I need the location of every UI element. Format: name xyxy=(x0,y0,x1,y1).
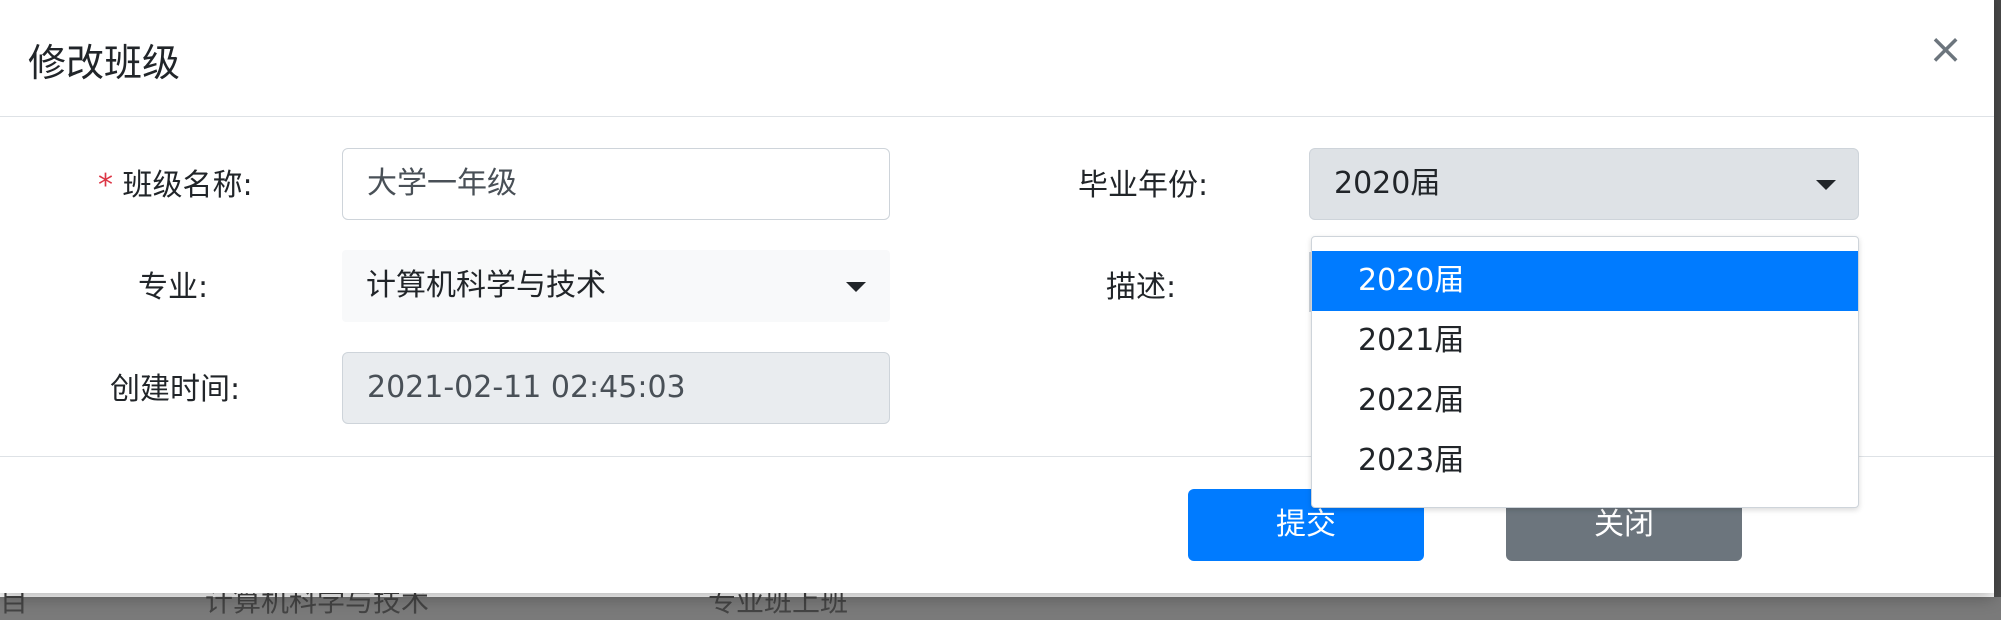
class-name-value: 大学一年级 xyxy=(367,166,517,201)
class-name-input[interactable]: 大学一年级 xyxy=(342,148,890,220)
modal-header: 修改班级 × xyxy=(0,0,1994,117)
required-mark: * xyxy=(98,168,113,203)
created-time-value: 2021-02-11 02:45:03 xyxy=(367,370,686,405)
dropdown-option-2020[interactable]: 2020届 xyxy=(1312,251,1858,311)
graduation-year-select[interactable]: 2020届 xyxy=(1309,148,1859,220)
created-time-input[interactable]: 2021-02-11 02:45:03 xyxy=(342,352,890,424)
chevron-down-icon xyxy=(846,282,866,292)
chevron-down-icon xyxy=(1816,180,1836,190)
description-label: 描述: xyxy=(1106,270,1177,305)
dropdown-option-2022[interactable]: 2022届 xyxy=(1312,371,1858,431)
graduation-year-label: 毕业年份: xyxy=(1078,168,1209,203)
modal-title: 修改班级 xyxy=(28,41,181,85)
graduation-year-selected: 2020届 xyxy=(1334,166,1441,201)
class-name-label-text: 班级名称: xyxy=(122,168,253,203)
created-time-label: 创建时间: xyxy=(110,372,241,407)
major-label: 专业: xyxy=(138,270,209,305)
scrollbar-track[interactable] xyxy=(1994,0,2001,597)
class-name-label: * 班级名称: xyxy=(98,160,253,204)
dropdown-option-2021[interactable]: 2021届 xyxy=(1312,311,1858,371)
dropdown-option-2023[interactable]: 2023届 xyxy=(1312,431,1858,491)
major-selected: 计算机科学与技术 xyxy=(366,268,606,303)
graduation-year-dropdown: 2020届 2021届 2022届 2023届 xyxy=(1311,236,1859,508)
major-select[interactable]: 计算机科学与技术 xyxy=(342,250,890,322)
close-icon[interactable]: × xyxy=(1928,28,1963,70)
